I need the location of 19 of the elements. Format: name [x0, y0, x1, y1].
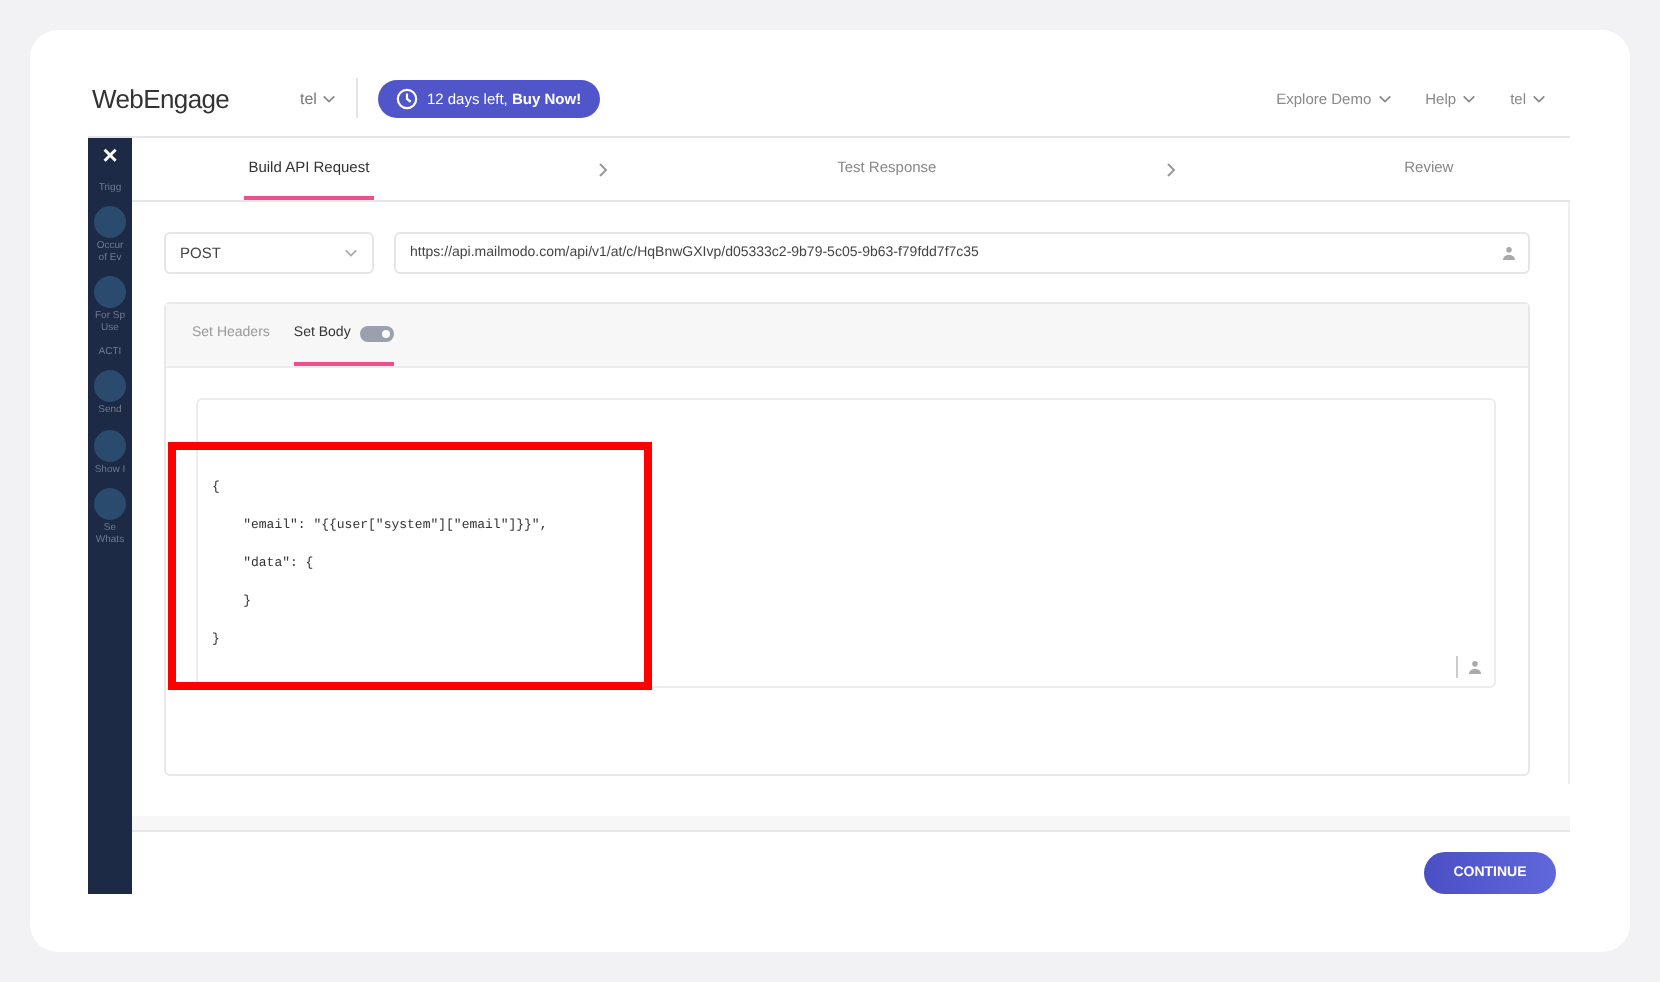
chevron-right-icon: [1165, 161, 1176, 177]
chevron-down-icon: [1377, 93, 1392, 103]
toggle-switch[interactable]: [360, 325, 395, 341]
sidebar-circle-icon: [94, 429, 126, 461]
chevron-down-icon: [1462, 93, 1477, 103]
sidebar-circle-icon: [94, 370, 126, 402]
chevron-down-icon: [1532, 93, 1546, 103]
person-icon: [1502, 246, 1516, 260]
webengage-logo: WebEngage: [92, 83, 232, 113]
sidebar-circle-icon: [94, 206, 126, 238]
chevron-down-icon: [344, 248, 358, 258]
chevron-right-icon: [598, 161, 609, 177]
sidebar-circle-icon: [94, 488, 126, 520]
account-dropdown[interactable]: tel: [300, 89, 337, 107]
person-icon: [1468, 660, 1482, 674]
close-button[interactable]: ×: [102, 142, 118, 170]
sidebar-circle-icon: [94, 276, 126, 308]
chevron-down-icon: [322, 93, 337, 103]
clock-icon: [396, 87, 419, 109]
